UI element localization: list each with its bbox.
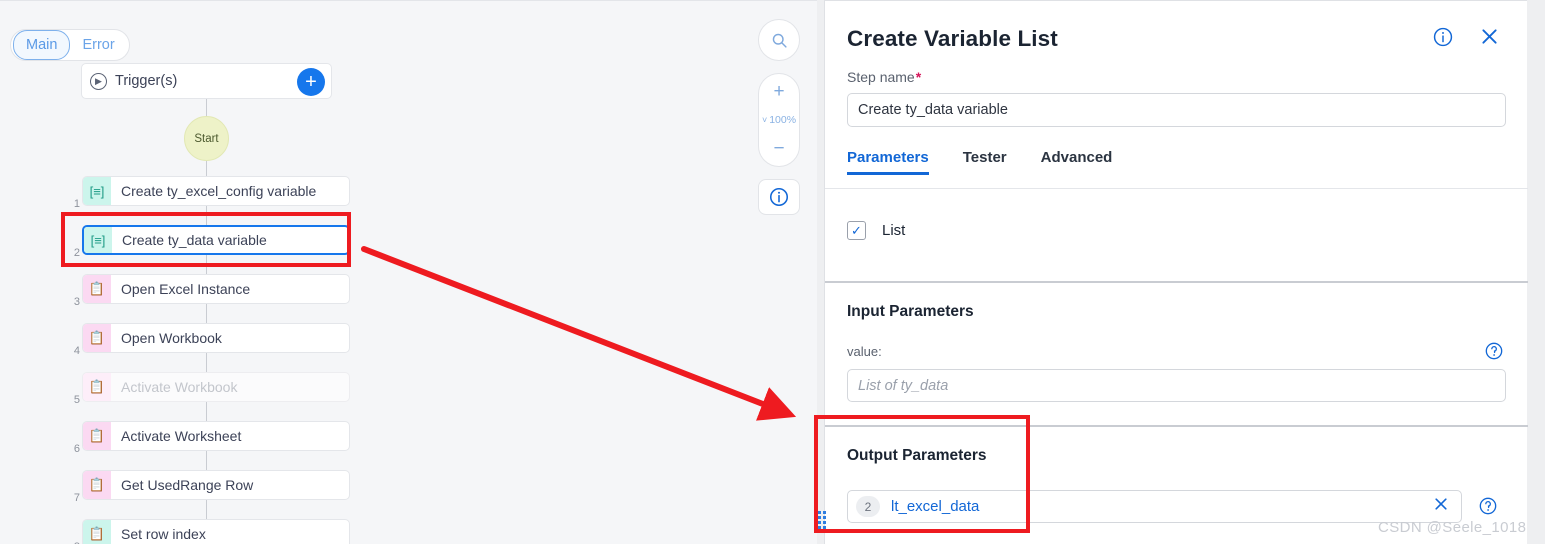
value-input[interactable] [847,369,1506,402]
variable-icon: [≡] [83,177,111,205]
clipboard-icon: 📋 [83,520,111,544]
step-number: 4 [73,345,80,357]
clipboard-icon: 📋 [83,324,111,352]
input-parameters-title: Input Parameters [847,303,974,320]
page-title: Create Variable List [847,26,1058,51]
clipboard-icon: 📋 [83,275,111,303]
step-number: 7 [73,492,80,504]
flow-step-5[interactable]: 5 📋 Activate Workbook [60,372,350,406]
step-card[interactable]: 📋 Set row index [82,519,350,544]
zoom-out-button[interactable]: − [759,131,799,166]
step-card[interactable]: 📋 Activate Worksheet [82,421,350,451]
flow-tab-error[interactable]: Error [70,31,126,59]
annotation-highlight-output-parameters [814,415,1030,533]
canvas-zoom-controls: + ˅ 100% − [758,19,800,215]
panel-tab-group: Parameters Tester Advanced [847,149,1506,189]
step-label: Open Workbook [121,330,222,346]
annotation-arrow [361,246,797,421]
list-checkbox[interactable]: ✓ [847,221,866,240]
flow-step-3[interactable]: 3 📋 Open Excel Instance [60,274,350,308]
step-number: 3 [73,296,80,308]
canvas-info-button[interactable] [758,179,800,215]
value-label: value: [847,344,882,359]
step-label: Open Excel Instance [121,281,251,297]
step-name-label: Step name* [847,69,921,85]
list-checkbox-label: List [882,222,906,239]
step-card[interactable]: 📋 Activate Workbook [82,372,350,402]
step-label: Activate Workbook [121,379,238,395]
panel-header-actions [1432,26,1499,53]
flow-tab-group: Main Error [10,29,130,61]
flow-step-7[interactable]: 7 📋 Get UsedRange Row [60,470,350,504]
step-number: 5 [73,394,80,406]
clipboard-icon: 📋 [83,373,111,401]
step-card[interactable]: 📋 Get UsedRange Row [82,470,350,500]
step-number: 1 [73,198,80,210]
panel-tabs-divider [825,188,1528,189]
flow-step-8[interactable]: 8 📋 Set row index [60,519,350,544]
step-label: Set row index [121,526,206,542]
add-trigger-button[interactable]: + [297,68,325,96]
clipboard-icon: 📋 [83,471,111,499]
chevron-down-icon: ˅ [761,115,768,125]
flow-step-4[interactable]: 4 📋 Open Workbook [60,323,350,357]
flow-step-6[interactable]: 6 📋 Activate Worksheet [60,421,350,455]
clipboard-icon: 📋 [83,422,111,450]
step-label: Create ty_excel_config variable [121,183,317,199]
search-icon[interactable] [758,19,800,61]
close-icon[interactable] [1433,496,1453,517]
step-card[interactable]: 📋 Open Workbook [82,323,350,353]
tab-tester[interactable]: Tester [963,149,1007,175]
step-name-input[interactable] [847,93,1506,127]
step-name-label-text: Step name [847,69,915,85]
trigger-card[interactable]: ▶ Trigger(s) + [81,63,332,99]
required-marker: * [915,69,922,85]
help-circle-icon[interactable] [1478,496,1498,521]
close-icon[interactable] [1480,27,1499,51]
zoom-level-value: 100% [769,114,797,126]
zoom-level-selector[interactable]: ˅ 100% [759,109,799,131]
section-divider-input [825,281,1528,283]
step-number: 6 [73,443,80,455]
start-node[interactable]: Start [184,116,229,161]
step-card[interactable]: 📋 Open Excel Instance [82,274,350,304]
annotation-highlight-step-2 [61,212,351,267]
tab-advanced[interactable]: Advanced [1041,149,1113,175]
watermark: CSDN @Seele_1018 [1378,519,1527,536]
help-circle-icon[interactable] [1484,341,1504,366]
tab-parameters[interactable]: Parameters [847,149,929,175]
trigger-label: Trigger(s) [115,73,178,89]
list-checkbox-row[interactable]: ✓ List [847,221,905,240]
right-gutter [1527,0,1545,544]
panel-header: Create Variable List [825,13,1527,65]
step-label: Activate Worksheet [121,428,242,444]
step-label: Get UsedRange Row [121,477,254,493]
play-circle-icon: ▶ [90,72,107,90]
flow-step-1[interactable]: 1 [≡] Create ty_excel_config variable [60,176,350,210]
zoom-stack: + ˅ 100% − [758,73,800,167]
zoom-in-button[interactable]: + [759,74,799,109]
flow-tab-main[interactable]: Main [13,30,71,60]
step-card[interactable]: [≡] Create ty_excel_config variable [82,176,350,206]
info-circle-icon[interactable] [1432,26,1454,53]
